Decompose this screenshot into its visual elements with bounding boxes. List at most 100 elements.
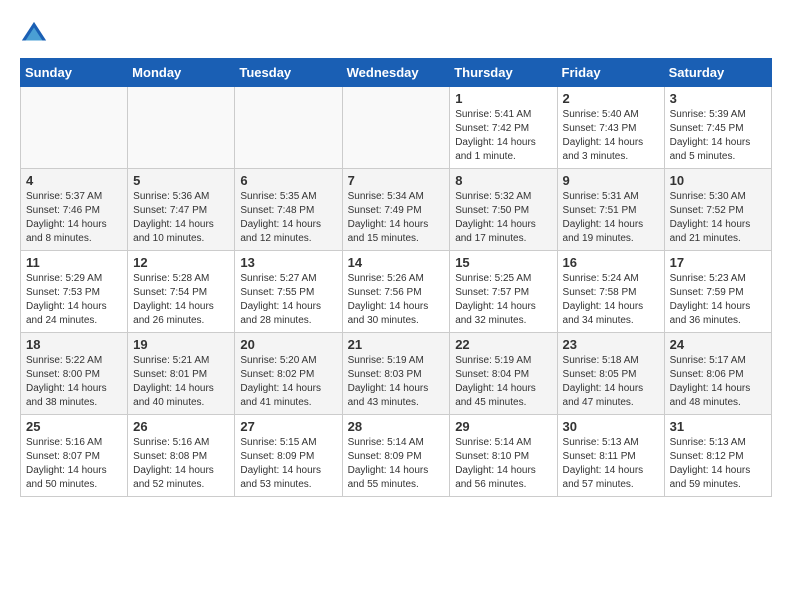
calendar-cell bbox=[21, 87, 128, 169]
weekday-header: Wednesday bbox=[342, 59, 450, 87]
day-number: 15 bbox=[455, 255, 551, 270]
calendar-cell: 22 Sunrise: 5:19 AM Sunset: 8:04 PM Dayli… bbox=[450, 333, 557, 415]
day-info: Sunrise: 5:28 AM Sunset: 7:54 PM Dayligh… bbox=[133, 272, 229, 328]
day-info: Sunrise: 5:27 AM Sunset: 7:55 PM Dayligh… bbox=[240, 272, 336, 328]
page-header bbox=[20, 20, 772, 48]
day-number: 31 bbox=[670, 419, 766, 434]
day-number: 18 bbox=[26, 337, 122, 352]
day-number: 10 bbox=[670, 173, 766, 188]
day-number: 29 bbox=[455, 419, 551, 434]
day-info: Sunrise: 5:35 AM Sunset: 7:48 PM Dayligh… bbox=[240, 190, 336, 246]
calendar-cell bbox=[128, 87, 235, 169]
day-info: Sunrise: 5:25 AM Sunset: 7:57 PM Dayligh… bbox=[455, 272, 551, 328]
day-number: 24 bbox=[670, 337, 766, 352]
calendar-cell: 29Sunrise: 5:14 AM Sunset: 8:10 PM Dayli… bbox=[450, 415, 557, 497]
calendar-cell: 24 Sunrise: 5:17 AM Sunset: 8:06 PM Dayli… bbox=[664, 333, 771, 415]
calendar-cell: 27 Sunrise: 5:15 AM Sunset: 8:09 PM Dayli… bbox=[235, 415, 342, 497]
calendar-cell: 9 Sunrise: 5:31 AM Sunset: 7:51 PM Daylig… bbox=[557, 169, 664, 251]
day-number: 11 bbox=[26, 255, 122, 270]
calendar-cell: 8 Sunrise: 5:32 AM Sunset: 7:50 PM Daylig… bbox=[450, 169, 557, 251]
day-info: Sunrise: 5:15 AM Sunset: 8:09 PM Dayligh… bbox=[240, 436, 336, 492]
calendar-cell: 26 Sunrise: 5:16 AM Sunset: 8:08 PM Dayli… bbox=[128, 415, 235, 497]
day-info: Sunrise: 5:29 AM Sunset: 7:53 PM Dayligh… bbox=[26, 272, 122, 328]
day-number: 25 bbox=[26, 419, 122, 434]
day-info: Sunrise: 5:21 AM Sunset: 8:01 PM Dayligh… bbox=[133, 354, 229, 410]
day-number: 4 bbox=[26, 173, 122, 188]
calendar-cell: 18 Sunrise: 5:22 AM Sunset: 8:00 PM Dayli… bbox=[21, 333, 128, 415]
day-info: Sunrise: 5:14 AM Sunset: 8:09 PM Dayligh… bbox=[348, 436, 445, 492]
calendar-week-row: 4 Sunrise: 5:37 AM Sunset: 7:46 PM Daylig… bbox=[21, 169, 772, 251]
day-info: Sunrise: 5:31 AM Sunset: 7:51 PM Dayligh… bbox=[563, 190, 659, 246]
calendar-cell: 14Sunrise: 5:26 AM Sunset: 7:56 PM Dayli… bbox=[342, 251, 450, 333]
day-number: 9 bbox=[563, 173, 659, 188]
day-number: 3 bbox=[670, 91, 766, 106]
calendar-cell: 17 Sunrise: 5:23 AM Sunset: 7:59 PM Dayli… bbox=[664, 251, 771, 333]
calendar-week-row: 25 Sunrise: 5:16 AM Sunset: 8:07 PM Dayli… bbox=[21, 415, 772, 497]
day-number: 2 bbox=[563, 91, 659, 106]
logo bbox=[20, 20, 52, 48]
day-number: 21 bbox=[348, 337, 445, 352]
day-number: 30 bbox=[563, 419, 659, 434]
day-info: Sunrise: 5:18 AM Sunset: 8:05 PM Dayligh… bbox=[563, 354, 659, 410]
calendar-cell: 21Sunrise: 5:19 AM Sunset: 8:03 PM Dayli… bbox=[342, 333, 450, 415]
calendar-cell: 15 Sunrise: 5:25 AM Sunset: 7:57 PM Dayli… bbox=[450, 251, 557, 333]
weekday-header: Sunday bbox=[21, 59, 128, 87]
day-number: 26 bbox=[133, 419, 229, 434]
day-info: Sunrise: 5:22 AM Sunset: 8:00 PM Dayligh… bbox=[26, 354, 122, 410]
day-info: Sunrise: 5:16 AM Sunset: 8:07 PM Dayligh… bbox=[26, 436, 122, 492]
calendar-header-row: SundayMondayTuesdayWednesdayThursdayFrid… bbox=[21, 59, 772, 87]
day-info: Sunrise: 5:23 AM Sunset: 7:59 PM Dayligh… bbox=[670, 272, 766, 328]
day-info: Sunrise: 5:39 AM Sunset: 7:45 PM Dayligh… bbox=[670, 108, 766, 164]
calendar-cell: 2 Sunrise: 5:40 AM Sunset: 7:43 PM Daylig… bbox=[557, 87, 664, 169]
calendar-week-row: 18 Sunrise: 5:22 AM Sunset: 8:00 PM Dayli… bbox=[21, 333, 772, 415]
day-number: 5 bbox=[133, 173, 229, 188]
day-number: 7 bbox=[348, 173, 445, 188]
day-number: 6 bbox=[240, 173, 336, 188]
day-info: Sunrise: 5:37 AM Sunset: 7:46 PM Dayligh… bbox=[26, 190, 122, 246]
day-number: 20 bbox=[240, 337, 336, 352]
calendar-cell: 31Sunrise: 5:13 AM Sunset: 8:12 PM Dayli… bbox=[664, 415, 771, 497]
weekday-header: Thursday bbox=[450, 59, 557, 87]
day-number: 22 bbox=[455, 337, 551, 352]
logo-icon bbox=[20, 20, 48, 48]
weekday-header: Saturday bbox=[664, 59, 771, 87]
calendar-cell: 11 Sunrise: 5:29 AM Sunset: 7:53 PM Dayli… bbox=[21, 251, 128, 333]
day-info: Sunrise: 5:40 AM Sunset: 7:43 PM Dayligh… bbox=[563, 108, 659, 164]
day-info: Sunrise: 5:30 AM Sunset: 7:52 PM Dayligh… bbox=[670, 190, 766, 246]
calendar-cell: 30 Sunrise: 5:13 AM Sunset: 8:11 PM Dayli… bbox=[557, 415, 664, 497]
calendar-cell: 6 Sunrise: 5:35 AM Sunset: 7:48 PM Daylig… bbox=[235, 169, 342, 251]
calendar-cell: 28Sunrise: 5:14 AM Sunset: 8:09 PM Dayli… bbox=[342, 415, 450, 497]
day-number: 12 bbox=[133, 255, 229, 270]
weekday-header: Friday bbox=[557, 59, 664, 87]
day-info: Sunrise: 5:24 AM Sunset: 7:58 PM Dayligh… bbox=[563, 272, 659, 328]
calendar-cell: 10 Sunrise: 5:30 AM Sunset: 7:52 PM Dayli… bbox=[664, 169, 771, 251]
calendar-cell: 25 Sunrise: 5:16 AM Sunset: 8:07 PM Dayli… bbox=[21, 415, 128, 497]
calendar-cell bbox=[342, 87, 450, 169]
calendar-cell: 1Sunrise: 5:41 AM Sunset: 7:42 PM Daylig… bbox=[450, 87, 557, 169]
day-number: 27 bbox=[240, 419, 336, 434]
calendar-week-row: 11 Sunrise: 5:29 AM Sunset: 7:53 PM Dayli… bbox=[21, 251, 772, 333]
day-number: 1 bbox=[455, 91, 551, 106]
calendar-table: SundayMondayTuesdayWednesdayThursdayFrid… bbox=[20, 58, 772, 497]
day-number: 14 bbox=[348, 255, 445, 270]
day-number: 17 bbox=[670, 255, 766, 270]
calendar-cell: 23 Sunrise: 5:18 AM Sunset: 8:05 PM Dayli… bbox=[557, 333, 664, 415]
day-info: Sunrise: 5:16 AM Sunset: 8:08 PM Dayligh… bbox=[133, 436, 229, 492]
calendar-cell: 16 Sunrise: 5:24 AM Sunset: 7:58 PM Dayli… bbox=[557, 251, 664, 333]
day-info: Sunrise: 5:17 AM Sunset: 8:06 PM Dayligh… bbox=[670, 354, 766, 410]
day-info: Sunrise: 5:32 AM Sunset: 7:50 PM Dayligh… bbox=[455, 190, 551, 246]
day-number: 16 bbox=[563, 255, 659, 270]
calendar-cell: 13 Sunrise: 5:27 AM Sunset: 7:55 PM Dayli… bbox=[235, 251, 342, 333]
day-number: 23 bbox=[563, 337, 659, 352]
calendar-cell: 3 Sunrise: 5:39 AM Sunset: 7:45 PM Daylig… bbox=[664, 87, 771, 169]
day-number: 13 bbox=[240, 255, 336, 270]
day-number: 8 bbox=[455, 173, 551, 188]
calendar-cell: 12 Sunrise: 5:28 AM Sunset: 7:54 PM Dayli… bbox=[128, 251, 235, 333]
day-info: Sunrise: 5:19 AM Sunset: 8:04 PM Dayligh… bbox=[455, 354, 551, 410]
day-info: Sunrise: 5:20 AM Sunset: 8:02 PM Dayligh… bbox=[240, 354, 336, 410]
calendar-cell bbox=[235, 87, 342, 169]
weekday-header: Tuesday bbox=[235, 59, 342, 87]
day-info: Sunrise: 5:36 AM Sunset: 7:47 PM Dayligh… bbox=[133, 190, 229, 246]
day-info: Sunrise: 5:13 AM Sunset: 8:11 PM Dayligh… bbox=[563, 436, 659, 492]
weekday-header: Monday bbox=[128, 59, 235, 87]
